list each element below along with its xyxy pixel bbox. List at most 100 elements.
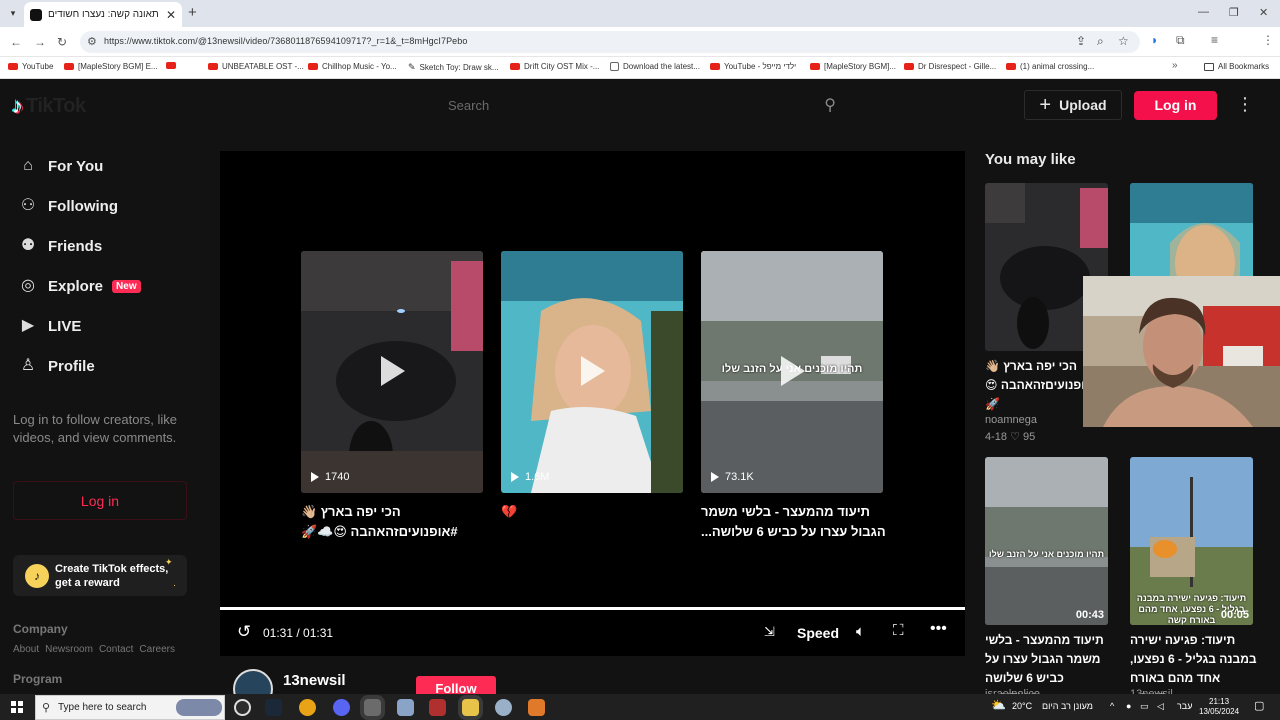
close-window-icon[interactable]: ✕	[1259, 6, 1268, 19]
search-input[interactable]: Search	[448, 98, 489, 113]
company-link[interactable]: About	[13, 644, 39, 655]
related-video-caption[interactable]: תיעוד מהמעצר - בלשי משמר הגבול עצרו על כ…	[701, 502, 887, 542]
related-video-card[interactable]: 1740	[301, 251, 483, 493]
sidebar-item-friends[interactable]: ⚉ Friends	[18, 236, 102, 256]
app-icon[interactable]	[429, 699, 446, 716]
weather-temp[interactable]: 20°C	[1012, 701, 1032, 711]
company-link[interactable]: Newsroom	[45, 644, 93, 655]
extensions-puzzle-icon[interactable]: ⧉	[1176, 33, 1185, 48]
notifications-icon[interactable]: ▢	[1254, 699, 1264, 712]
site-info-icon[interactable]: ⚙	[87, 35, 97, 48]
search-bar[interactable]: Search ⚲	[432, 89, 850, 122]
restore-icon[interactable]: ❐	[1229, 6, 1239, 19]
bookmark-item[interactable]: Download the latest...	[610, 62, 700, 71]
bookmark-item[interactable]: UNBEATABLE OST -...	[208, 62, 304, 71]
bookmark-item[interactable]: (1) animal crossing...	[1006, 62, 1094, 71]
reload-icon[interactable]: ↻	[57, 35, 67, 49]
volume-icon[interactable]: 🔈︎	[856, 623, 865, 640]
tray-chevron-icon[interactable]: ^	[1110, 701, 1114, 711]
zoom-icon[interactable]: ⌕	[1097, 34, 1104, 49]
related-video-caption[interactable]: הכי יפה בארץ 👋🏼 #אופנועיםזהאהבה 😍☁️🚀	[301, 502, 487, 542]
url-text[interactable]: https://www.tiktok.com/@13newsil/video/7…	[104, 36, 468, 46]
install-app-icon[interactable]: ⇪	[1076, 34, 1086, 48]
file-explorer-icon[interactable]	[462, 699, 479, 716]
network-icon[interactable]: ▭	[1140, 701, 1149, 712]
search-icon[interactable]: ⚲	[824, 95, 836, 115]
bookmark-star-icon[interactable]: ☆	[1118, 34, 1129, 48]
obs-icon[interactable]	[234, 699, 251, 716]
login-button[interactable]: Log in	[1134, 91, 1217, 120]
taskbar-search-input[interactable]: Type here to search	[58, 702, 146, 713]
bookmark-item[interactable]: [MapleStory BGM]...	[810, 62, 896, 71]
bookmarks-overflow-icon[interactable]: »	[1172, 60, 1178, 71]
minimize-icon[interactable]: —	[1198, 6, 1209, 18]
extension-icon[interactable]: ◗	[1151, 33, 1158, 47]
tab-search-icon[interactable]: ▾	[6, 6, 20, 20]
tiktok-logo[interactable]: ♪ TikTok	[12, 93, 86, 119]
company-link[interactable]: Careers	[139, 644, 175, 655]
browser-tab[interactable]: יש תאונה קשה: נעצרו חשודים ✕	[24, 2, 182, 27]
steam-icon[interactable]	[265, 699, 282, 716]
sidebar-item-label: LIVE	[48, 317, 82, 335]
upload-button[interactable]: + Upload	[1024, 90, 1122, 120]
bookmark-item[interactable]	[166, 62, 180, 69]
discord-icon[interactable]	[333, 699, 350, 716]
all-bookmarks-button[interactable]: All Bookmarks	[1204, 62, 1269, 71]
sidebar-item-live[interactable]: ▶ LIVE	[18, 316, 82, 336]
replay-icon[interactable]: ↺	[237, 622, 251, 642]
related-video-card[interactable]: תהיו מוכנים אני על הזנב שלו 73.1K	[701, 251, 883, 493]
recommended-video-card[interactable]: תהיו מוכנים אני על הזנב שלו 00:43	[985, 457, 1108, 625]
recommended-video-author[interactable]: noamnega	[985, 414, 1037, 426]
bookmark-item[interactable]: Chillhop Music - Yo...	[308, 62, 397, 71]
forward-icon[interactable]: →	[34, 35, 46, 49]
sidebar-item-explore[interactable]: ◎ Explore New	[18, 276, 141, 296]
language-indicator[interactable]: עבר	[1177, 701, 1192, 711]
chrome-icon[interactable]	[299, 699, 316, 716]
bookmark-item[interactable]: ✎ Sketch Toy: Draw sk...	[408, 62, 499, 73]
webcam-overlay	[1083, 276, 1280, 427]
app-icon[interactable]	[397, 699, 414, 716]
company-link[interactable]: Contact	[99, 644, 133, 655]
back-icon[interactable]: ←	[10, 35, 22, 49]
fullscreen-icon[interactable]: ⛶	[893, 622, 904, 639]
related-video-card[interactable]: 1.6M	[501, 251, 683, 493]
related-video-caption[interactable]: 💔	[501, 502, 687, 522]
bookmark-item[interactable]: Drift City OST Mix -...	[510, 62, 599, 71]
app-icon[interactable]	[528, 699, 545, 716]
clock[interactable]: 21:13 13/05/2024	[1199, 697, 1239, 717]
weather-icon[interactable]: ⛅	[991, 698, 1006, 712]
play-icon[interactable]	[581, 356, 605, 386]
start-icon[interactable]	[11, 701, 23, 713]
tab-close-icon[interactable]: ✕	[166, 8, 176, 22]
sidebar-login-button[interactable]: Log in	[13, 481, 187, 520]
floating-player-icon[interactable]: ⇲	[764, 624, 775, 640]
effects-promo[interactable]: ♪ Create TikTok effects, get a reward ✦ ·	[13, 555, 187, 596]
sidebar-item-profile[interactable]: ♙ Profile	[18, 356, 95, 376]
app-icon[interactable]	[495, 699, 512, 716]
sidebar-item-following[interactable]: ⚇ Following	[18, 196, 118, 216]
recommended-video-card[interactable]: תיעוד: פגיעה ישירה במבנה בגליל - 6 נפצעו…	[1130, 457, 1253, 625]
bookmark-item[interactable]: [MapleStory BGM] E...	[64, 62, 158, 71]
bookmark-item[interactable]: YouTube - ילדי מייפל	[710, 62, 796, 71]
media-control-icon[interactable]: ≡	[1211, 33, 1218, 47]
speed-button[interactable]: Speed	[797, 625, 839, 641]
speaker-icon[interactable]: ◁	[1157, 701, 1164, 712]
sidebar-item-for-you[interactable]: ⌂ For You	[18, 156, 103, 176]
microphone-icon[interactable]: ●	[1126, 701, 1131, 711]
play-icon[interactable]	[381, 356, 405, 386]
bookmark-item[interactable]: YouTube	[8, 62, 53, 71]
taskbar-search[interactable]: ⚲ Type here to search	[35, 695, 225, 720]
chrome-menu-icon[interactable]: ⋮	[1262, 33, 1274, 47]
app-icon[interactable]	[364, 699, 381, 716]
omnibox[interactable]: ⚙ https://www.tiktok.com/@13newsil/video…	[80, 31, 1140, 53]
more-options-icon[interactable]: ⋮	[1236, 94, 1254, 115]
bookmark-item[interactable]: Dr Disrespect - Gille...	[904, 62, 996, 71]
author-name[interactable]: 13newsil	[283, 672, 346, 689]
play-icon[interactable]	[781, 356, 805, 386]
new-tab-button[interactable]: +	[188, 4, 197, 21]
weather-text[interactable]: מעונן רב היום	[1042, 701, 1093, 711]
program-heading: Program	[13, 672, 63, 686]
sidebar-item-label: Profile	[48, 357, 95, 375]
progress-bar[interactable]	[220, 607, 965, 610]
more-icon[interactable]: •••	[930, 620, 947, 638]
